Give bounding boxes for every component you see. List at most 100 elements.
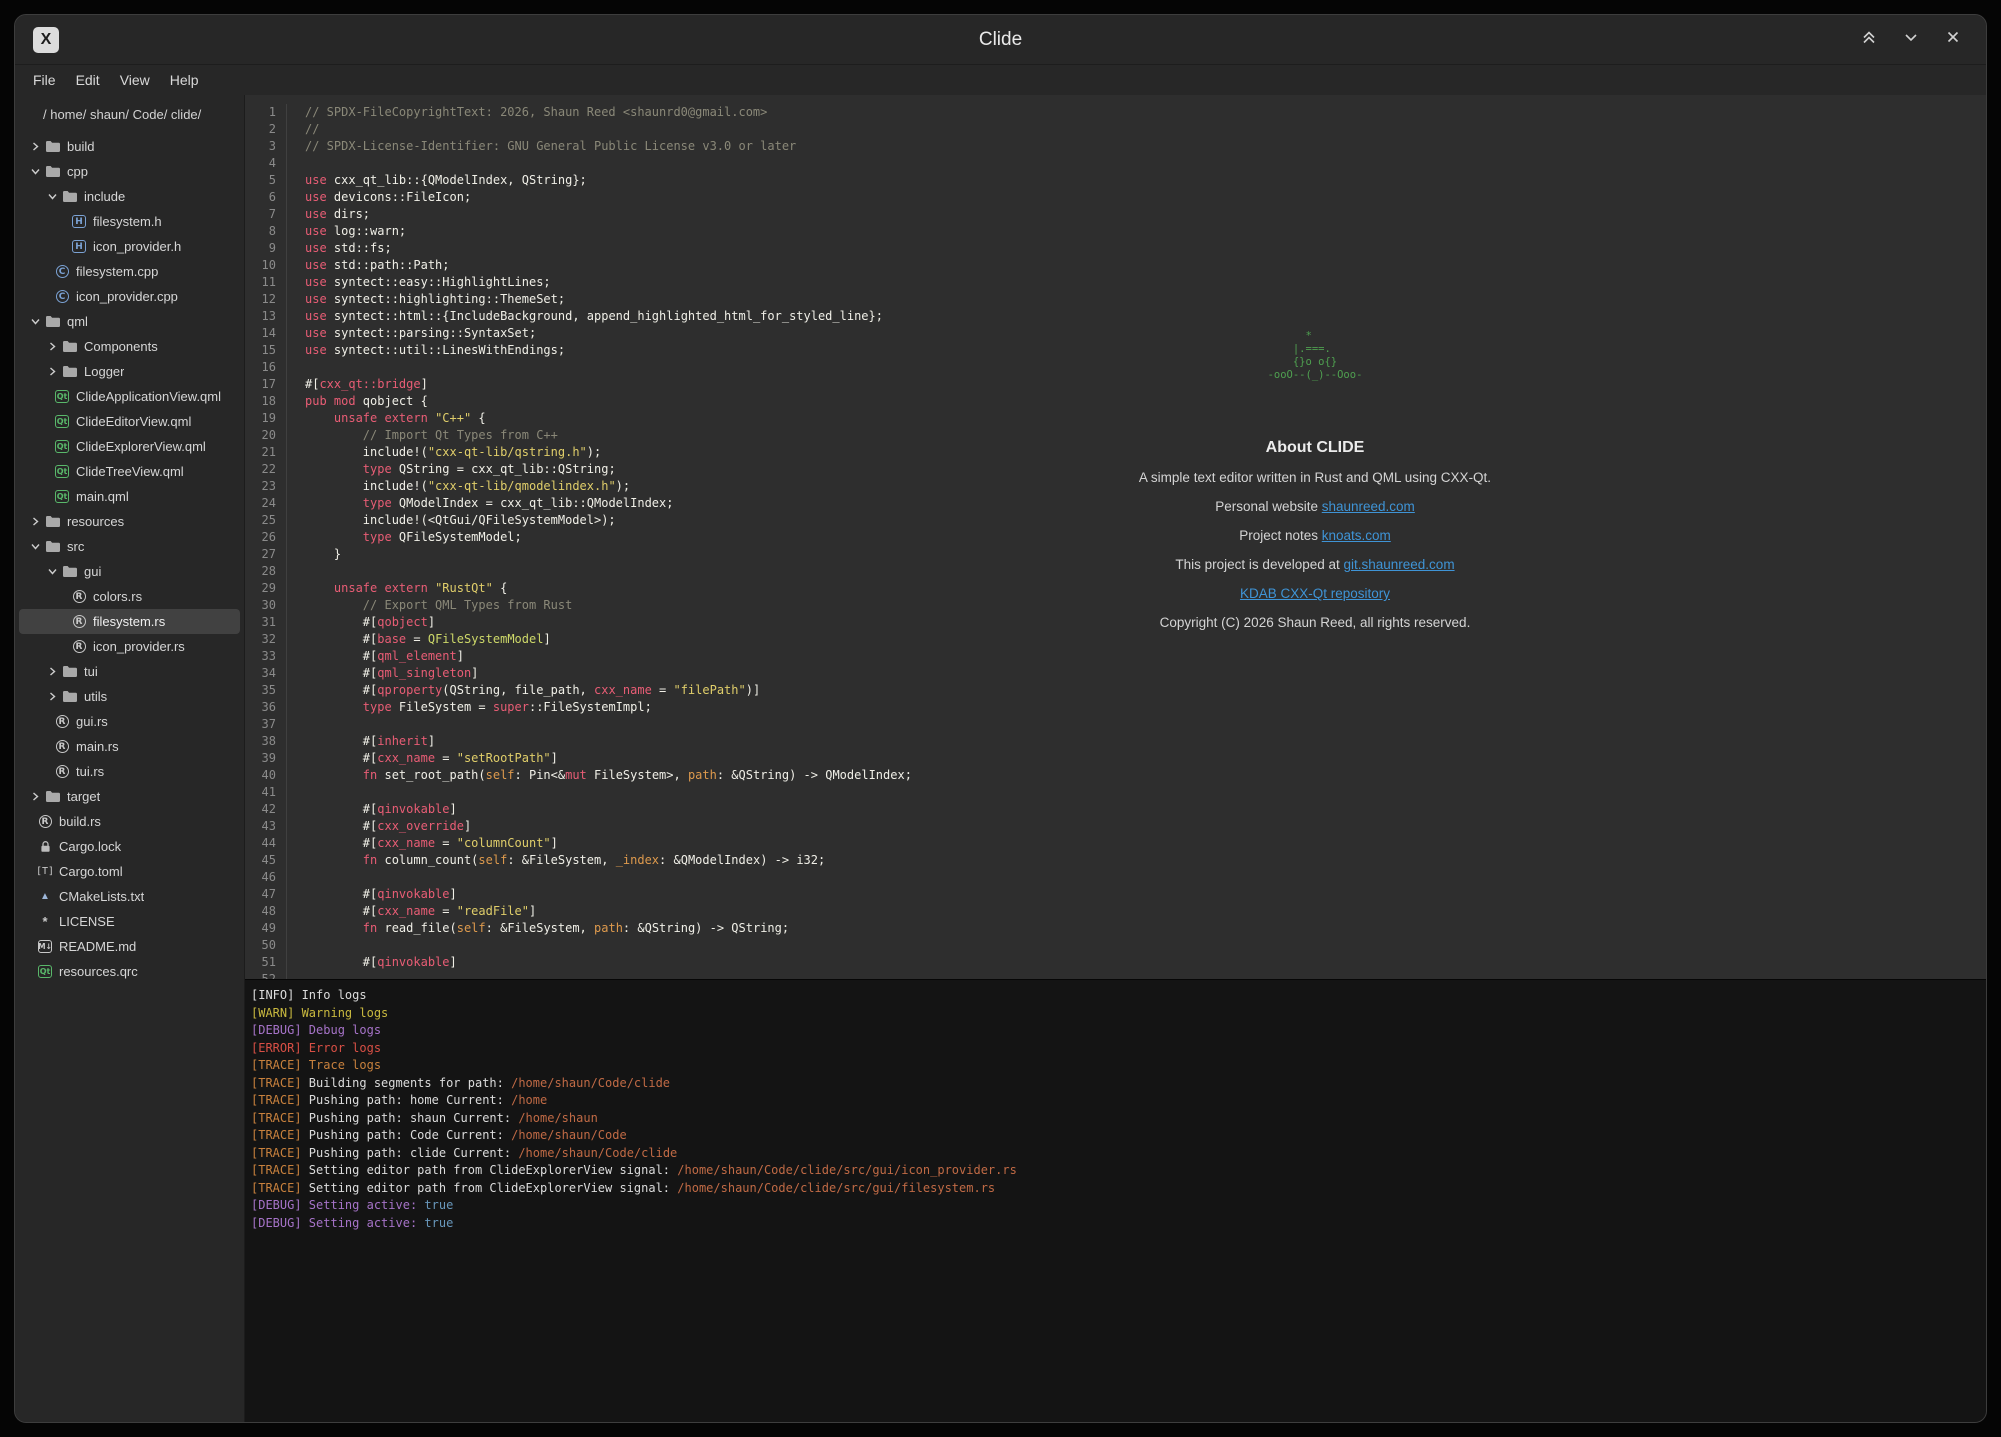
chevron-right-icon[interactable] <box>44 366 60 377</box>
tree-item-cargo-toml[interactable]: [T]Cargo.toml <box>19 859 240 884</box>
tree-item-include[interactable]: include <box>19 184 240 209</box>
tree-item-build[interactable]: build <box>19 134 240 159</box>
line-number: 28 <box>245 563 287 580</box>
tree-item-cmakelists-txt[interactable]: ▲CMakeLists.txt <box>19 884 240 909</box>
link-kdab-cxx-qt-repository[interactable]: KDAB CXX-Qt repository <box>1240 586 1390 601</box>
tree-item-filesystem-h[interactable]: Hfilesystem.h <box>19 209 240 234</box>
code-line[interactable]: 44 #[cxx_name = "columnCount"] <box>245 835 1986 852</box>
link-shaunreed-com[interactable]: shaunreed.com <box>1322 499 1415 514</box>
chevron-down-icon[interactable] <box>44 566 60 577</box>
menu-help[interactable]: Help <box>160 68 209 92</box>
tree-item-readme-md[interactable]: M↓README.md <box>19 934 240 959</box>
tree-item-gui[interactable]: gui <box>19 559 240 584</box>
link-knoats-com[interactable]: knoats.com <box>1322 528 1391 543</box>
tree-item-clideeditorview-qml[interactable]: QtClideEditorView.qml <box>19 409 240 434</box>
chevron-right-icon[interactable] <box>27 791 43 802</box>
log-panel[interactable]: [INFO] Info logs[WARN] Warning logs[DEBU… <box>245 979 1986 1422</box>
code-line[interactable]: 5use cxx_qt_lib::{QModelIndex, QString}; <box>245 172 1986 189</box>
tree-item-logger[interactable]: Logger <box>19 359 240 384</box>
code-line[interactable]: 41 <box>245 784 1986 801</box>
chevron-down-icon[interactable] <box>27 316 43 327</box>
code-editor[interactable]: 1// SPDX-FileCopyrightText: 2026, Shaun … <box>245 95 1986 979</box>
code-line[interactable]: 39 #[cxx_name = "setRootPath"] <box>245 750 1986 767</box>
tree-item-license[interactable]: *LICENSE <box>19 909 240 934</box>
chevron-down-icon[interactable] <box>27 541 43 552</box>
code-line[interactable]: 6use devicons::FileIcon; <box>245 189 1986 206</box>
tree-item-components[interactable]: Components <box>19 334 240 359</box>
tree-item-filesystem-cpp[interactable]: Cfilesystem.cpp <box>19 259 240 284</box>
chevron-right-icon[interactable] <box>44 666 60 677</box>
menu-file[interactable]: File <box>23 68 66 92</box>
tree-item-src[interactable]: src <box>19 534 240 559</box>
tree-item-qml[interactable]: qml <box>19 309 240 334</box>
code-line[interactable]: 7use dirs; <box>245 206 1986 223</box>
chevron-right-icon[interactable] <box>27 516 43 527</box>
tree-item-build-rs[interactable]: Rbuild.rs <box>19 809 240 834</box>
menu-edit[interactable]: Edit <box>66 68 110 92</box>
code-line[interactable]: 45 fn column_count(self: &FileSystem, _i… <box>245 852 1986 869</box>
code-line[interactable]: 38 #[inherit] <box>245 733 1986 750</box>
tree-item-filesystem-rs[interactable]: Rfilesystem.rs <box>19 609 240 634</box>
maximize-button[interactable] <box>1854 25 1884 55</box>
tree-item-icon-provider-rs[interactable]: Ricon_provider.rs <box>19 634 240 659</box>
chevron-right-icon[interactable] <box>44 341 60 352</box>
tree-item-gui-rs[interactable]: Rgui.rs <box>19 709 240 734</box>
tree-item-clideapplicationview-qml[interactable]: QtClideApplicationView.qml <box>19 384 240 409</box>
tree-item-colors-rs[interactable]: Rcolors.rs <box>19 584 240 609</box>
code-line[interactable]: 34 #[qml_singleton] <box>245 665 1986 682</box>
chevron-right-icon[interactable] <box>27 141 43 152</box>
code-line[interactable]: 52 <box>245 971 1986 979</box>
code-line[interactable]: 47 #[qinvokable] <box>245 886 1986 903</box>
code-line[interactable]: 40 fn set_root_path(self: Pin<&mut FileS… <box>245 767 1986 784</box>
tree-item-tui[interactable]: tui <box>19 659 240 684</box>
code-line[interactable]: 35 #[qproperty(QString, file_path, cxx_n… <box>245 682 1986 699</box>
code-line[interactable]: 43 #[cxx_override] <box>245 818 1986 835</box>
code-line[interactable]: 42 #[qinvokable] <box>245 801 1986 818</box>
link-git-shaunreed-com[interactable]: git.shaunreed.com <box>1344 557 1455 572</box>
code-line[interactable]: 50 <box>245 937 1986 954</box>
code-line[interactable]: 4 <box>245 155 1986 172</box>
code-line-text: #[cxx_qt::bridge] <box>287 376 428 393</box>
code-line[interactable]: 11use syntect::easy::HighlightLines; <box>245 274 1986 291</box>
code-line[interactable]: 49 fn read_file(self: &FileSystem, path:… <box>245 920 1986 937</box>
code-line[interactable]: 36 type FileSystem = super::FileSystemIm… <box>245 699 1986 716</box>
tree-item-tui-rs[interactable]: Rtui.rs <box>19 759 240 784</box>
tree-item-target[interactable]: target <box>19 784 240 809</box>
tree-item-icon-provider-h[interactable]: Hicon_provider.h <box>19 234 240 259</box>
minimize-button[interactable] <box>1896 25 1926 55</box>
line-number: 48 <box>245 903 287 920</box>
menu-view[interactable]: View <box>110 68 160 92</box>
tree-item-cpp[interactable]: cpp <box>19 159 240 184</box>
code-line[interactable]: 46 <box>245 869 1986 886</box>
code-line[interactable]: 2// <box>245 121 1986 138</box>
chevron-down-icon[interactable] <box>44 191 60 202</box>
tree-item-icon-provider-cpp[interactable]: Cicon_provider.cpp <box>19 284 240 309</box>
code-line[interactable]: 48 #[cxx_name = "readFile"] <box>245 903 1986 920</box>
chevron-right-icon[interactable] <box>44 691 60 702</box>
tree-item-clidetreeview-qml[interactable]: QtClideTreeView.qml <box>19 459 240 484</box>
file-explorer[interactable]: / home/ shaun/ Code/ clide/ buildcppincl… <box>15 95 245 1422</box>
code-line[interactable]: 1// SPDX-FileCopyrightText: 2026, Shaun … <box>245 104 1986 121</box>
code-line[interactable]: 13use syntect::html::{IncludeBackground,… <box>245 308 1986 325</box>
code-line[interactable]: 10use std::path::Path; <box>245 257 1986 274</box>
code-line[interactable]: 33 #[qml_element] <box>245 648 1986 665</box>
tree-item-cargo-lock[interactable]: Cargo.lock <box>19 834 240 859</box>
code-line[interactable]: 9use std::fs; <box>245 240 1986 257</box>
tree-item-clideexplorerview-qml[interactable]: QtClideExplorerView.qml <box>19 434 240 459</box>
code-line[interactable]: 8use log::warn; <box>245 223 1986 240</box>
code-line[interactable]: 12use syntect::highlighting::ThemeSet; <box>245 291 1986 308</box>
root-path-breadcrumb[interactable]: / home/ shaun/ Code/ clide/ <box>15 101 244 128</box>
close-button[interactable] <box>1938 25 1968 55</box>
tree-item-utils[interactable]: utils <box>19 684 240 709</box>
code-line[interactable]: 51 #[qinvokable] <box>245 954 1986 971</box>
code-line[interactable]: 37 <box>245 716 1986 733</box>
tree-item-resources-qrc[interactable]: Qtresources.qrc <box>19 959 240 984</box>
line-number: 18 <box>245 393 287 410</box>
title-bar[interactable]: X Clide <box>15 15 1986 65</box>
tree-item-main-rs[interactable]: Rmain.rs <box>19 734 240 759</box>
tree-item-resources[interactable]: resources <box>19 509 240 534</box>
code-line[interactable]: 3// SPDX-License-Identifier: GNU General… <box>245 138 1986 155</box>
code-line[interactable]: 32 #[base = QFileSystemModel] <box>245 631 1986 648</box>
tree-item-main-qml[interactable]: Qtmain.qml <box>19 484 240 509</box>
chevron-down-icon[interactable] <box>27 166 43 177</box>
